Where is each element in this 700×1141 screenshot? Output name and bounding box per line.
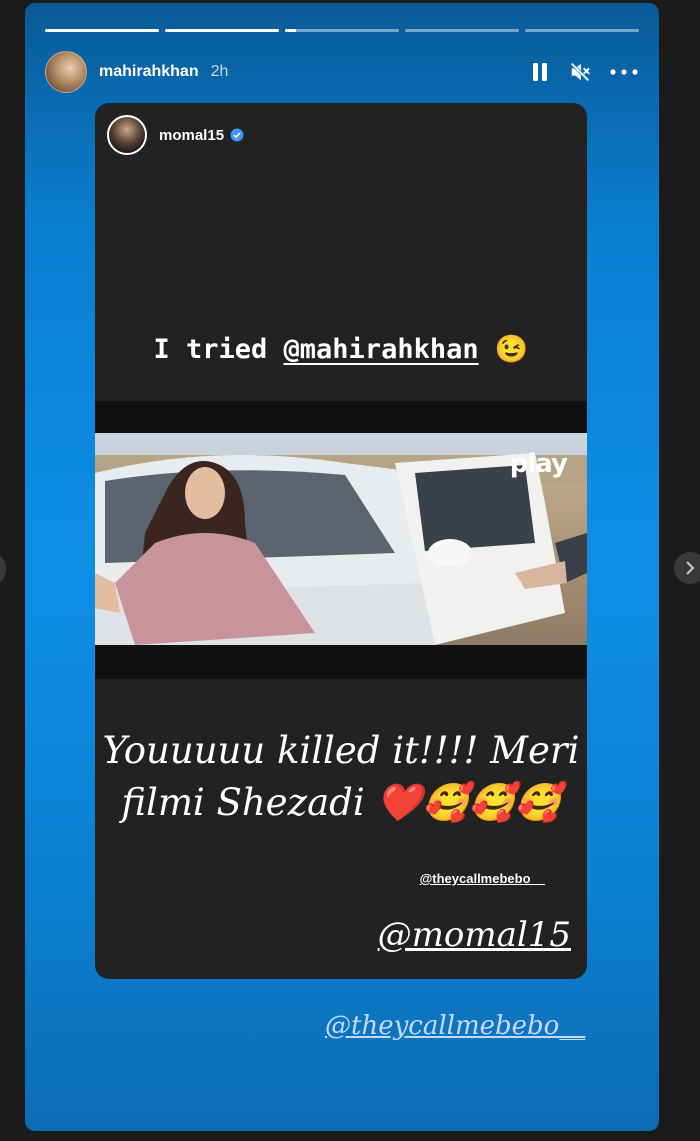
mention-sticker-large[interactable]: @momal15 — [378, 915, 571, 955]
video-watermark: play — [509, 449, 568, 479]
story-controls — [529, 60, 639, 84]
author-avatar[interactable] — [45, 51, 87, 93]
reshare-header: momal15 — [107, 115, 244, 155]
headline-prefix: I tried — [153, 334, 284, 365]
progress-segment — [45, 29, 159, 32]
pause-icon[interactable] — [529, 60, 551, 84]
mention-sticker-small[interactable]: @theycallmebebo__ — [420, 871, 545, 886]
progress-segment — [165, 29, 279, 32]
author-username[interactable]: mahirahkhan — [99, 63, 199, 81]
caption-line-2: filmi Shezadi ❤️🥰🥰🥰 — [121, 781, 561, 824]
progress-fill — [285, 29, 297, 32]
story-viewer: mahirahkhan 2h momal15 I tried @mahirahk… — [25, 3, 659, 1131]
mention-sticker-bottom[interactable]: @theycallmebebo__ — [325, 1011, 585, 1041]
reshare-headline: I tried @mahirahkhan 😉 — [95, 333, 587, 365]
next-story-button[interactable] — [674, 552, 700, 584]
story-timestamp: 2h — [210, 63, 229, 80]
progress-segment — [285, 29, 399, 32]
muted-speaker-icon[interactable] — [569, 60, 591, 84]
headline-mention[interactable]: @mahirahkhan — [284, 334, 479, 365]
more-horizontal-icon[interactable] — [609, 60, 639, 84]
progress-fill — [165, 29, 279, 32]
verified-badge-icon — [230, 128, 244, 142]
story-header: mahirahkhan 2h — [45, 49, 639, 95]
story-progress-bar — [45, 29, 639, 32]
wink-emoji: 😉 — [494, 334, 529, 365]
caption-line-1: Youuuuu killed it!!!! Meri — [102, 729, 580, 772]
progress-segment — [525, 29, 639, 32]
video-frame: play — [95, 433, 587, 645]
reshare-author-avatar[interactable] — [107, 115, 147, 155]
previous-story-edge[interactable] — [0, 555, 6, 583]
reshare-caption: Youuuuu killed it!!!! Meri filmi Shezadi… — [95, 725, 587, 829]
progress-segment — [405, 29, 519, 32]
video-clip[interactable]: play — [95, 401, 587, 679]
reshare-author-username[interactable]: momal15 — [159, 127, 224, 144]
chevron-right-icon — [686, 561, 695, 575]
progress-fill — [45, 29, 159, 32]
reshared-story-card[interactable]: momal15 I tried @mahirahkhan 😉 play Youu… — [95, 103, 587, 979]
